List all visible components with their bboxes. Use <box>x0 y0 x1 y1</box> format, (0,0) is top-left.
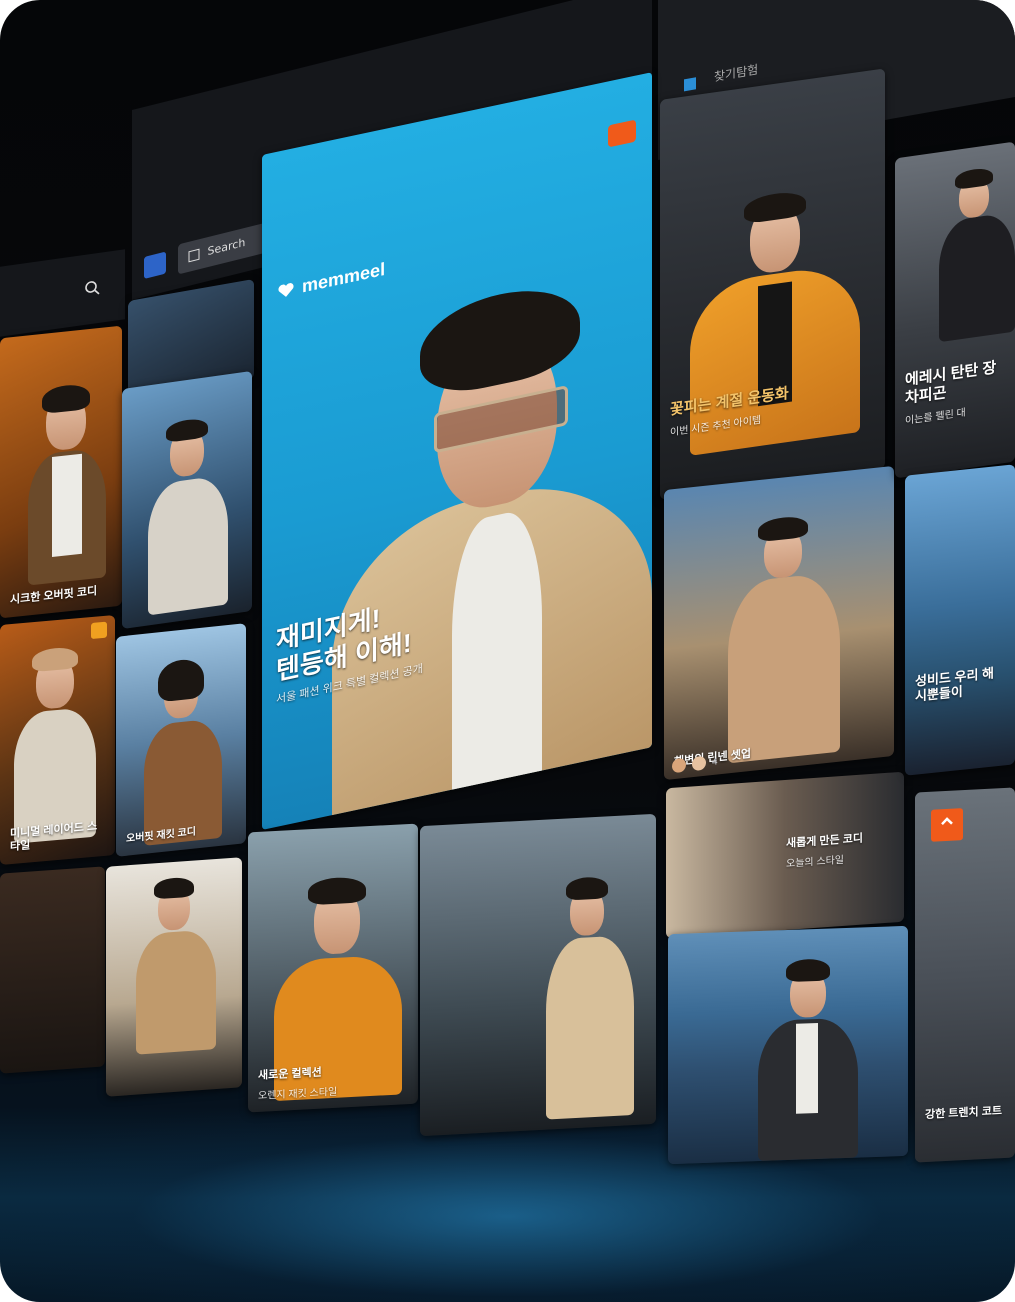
model-illustration <box>724 501 844 764</box>
model-illustration <box>935 162 1015 343</box>
feed-card-left-mid[interactable]: 미니멀 레이어드 스타일 <box>0 614 115 866</box>
right-logo[interactable] <box>684 77 696 92</box>
card-title: 강한 트렌치 코트 <box>925 1104 1002 1121</box>
left-topbar <box>0 249 125 337</box>
feed-card-bottom-mid[interactable]: 새로운 컬렉션 오렌지 재킷 스타일 <box>248 823 418 1113</box>
feed-card-col2-d[interactable] <box>106 857 242 1097</box>
feed-card-col4-a[interactable]: 꽃피는 계절 운동화 이번 시즌 추천 아이템 <box>660 68 885 501</box>
model-illustration <box>758 948 858 1162</box>
app-logo[interactable] <box>144 251 166 280</box>
avatar[interactable] <box>672 757 686 774</box>
orange-badge[interactable] <box>91 621 107 640</box>
card-sub: 오렌지 재킷 스타일 <box>258 1086 338 1102</box>
card-caption: 시크한 오버핏 코디 <box>10 583 112 607</box>
card-sub: 오늘의 스타일 <box>786 854 844 870</box>
feed-card-col4-c[interactable]: 새롭게 만든 코디 오늘의 스타일 <box>666 771 904 939</box>
card-caption: 새롭게 만든 코디 오늘의 스타일 <box>786 830 894 870</box>
feed-card-col4-d[interactable] <box>668 925 908 1165</box>
model-illustration <box>540 865 640 1120</box>
card-caption: 성비드 우리 해시뿐들이 <box>915 664 1005 705</box>
feed-card-bottom-door[interactable] <box>420 813 656 1137</box>
hero-model-illustration <box>332 232 652 830</box>
likes-count: 4 <box>712 755 718 768</box>
model-illustration <box>142 404 232 617</box>
card-caption: 에레시 탄탄 장 차피곤 이는를 펠린 대 <box>905 358 1005 427</box>
search-icon <box>188 248 200 263</box>
model-illustration <box>130 869 220 1055</box>
model-illustration <box>20 367 110 586</box>
feed-wall: Search 찾기탐험 시크한 오버핏 코디 미니멀 레이어드 스타일 오버핏 … <box>0 0 1015 1302</box>
app-screenshot-frame: Search 찾기탐험 시크한 오버핏 코디 미니멀 레이어드 스타일 오버핏 … <box>0 0 1015 1302</box>
feed-card-col4-b[interactable]: 해변의 린넨 셋업 4 <box>664 465 894 781</box>
card-caption: 새로운 컬렉션 오렌지 재킷 스타일 <box>258 1062 408 1102</box>
feed-card-col2-b[interactable] <box>122 370 252 630</box>
trending-badge[interactable] <box>931 808 963 842</box>
card-title: 시크한 오버핏 코디 <box>10 585 98 607</box>
feed-card-col5-b[interactable]: 성비드 우리 해시뿐들이 <box>905 464 1015 776</box>
model-illustration <box>136 645 226 846</box>
feed-card-left-top[interactable]: 시크한 오버핏 코디 <box>0 325 122 619</box>
header-right-label: 찾기탐험 <box>714 62 759 85</box>
hero-card[interactable]: memmeel 재미지게! 텐등해 이해! 서울 패션 위크 특별 컬렉션 공개 <box>262 72 652 830</box>
search-placeholder: Search <box>207 235 246 259</box>
feed-card-col5-a[interactable]: 에레시 탄탄 장 차피곤 이는를 펠린 대 <box>895 141 1015 479</box>
brand-heart-icon <box>278 282 294 299</box>
feed-card-far-right[interactable]: 강한 트렌치 코트 <box>915 787 1015 1163</box>
feed-card-col2-c[interactable]: 오버핏 재킷 코디 <box>116 623 246 857</box>
avatar[interactable] <box>692 755 706 772</box>
feed-card-left-bottom[interactable] <box>0 866 105 1074</box>
search-icon[interactable] <box>84 279 100 297</box>
hero-live-badge[interactable] <box>608 119 636 148</box>
card-title: 성비드 우리 해시뿐들이 <box>915 665 994 705</box>
chevron-up-icon <box>939 814 955 831</box>
card-caption: 강한 트렌치 코트 <box>925 1105 1005 1122</box>
model-illustration <box>10 636 100 844</box>
